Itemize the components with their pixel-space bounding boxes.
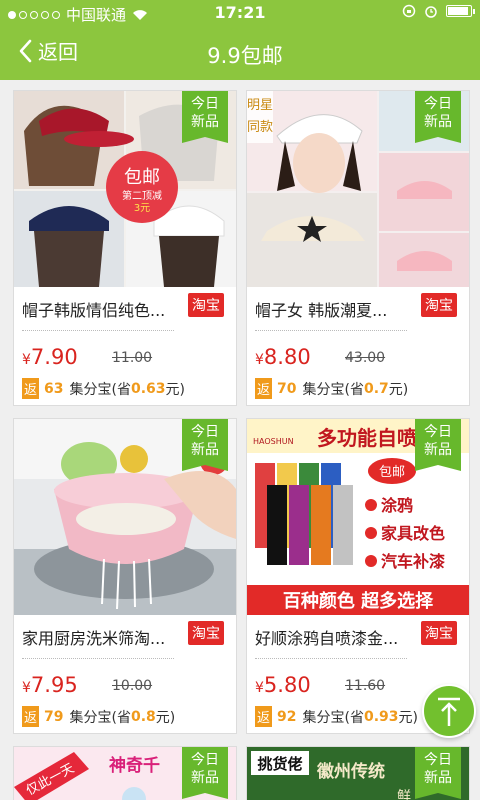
rebate-icon: 返 (255, 378, 273, 399)
platform-tag: 淘宝 (188, 621, 224, 645)
product-name: 帽子女 韩版潮夏... (255, 301, 388, 320)
product-image[interactable]: 挑货佬 徽州传统 鲜 今日 新品 (247, 747, 469, 800)
original-price: 43.00 (345, 350, 386, 366)
alarm-icon (425, 6, 437, 18)
image-text-1: 包邮 (124, 167, 160, 188)
new-today-badge: 今日 新品 (182, 91, 228, 143)
new-today-badge: 今日 新品 (415, 419, 461, 471)
bullet-3: 汽车补漆 (381, 552, 445, 571)
product-image[interactable]: HAOSHUN 多功能自喷漆 包邮 涂鸦 家具改色 汽车补漆 百种颜色 超多选择… (247, 419, 469, 615)
product-card[interactable]: 包邮 第二顶减 3元 今日 新品 帽子韩版情侣纯色... 淘宝 ¥7.90 11… (13, 90, 237, 406)
platform-tag: 淘宝 (421, 621, 457, 645)
bullet-1: 涂鸦 (381, 496, 413, 515)
new-today-badge: 今日 新品 (182, 419, 228, 471)
image-text-2: 徽州传统 (316, 761, 385, 782)
image-text-2: 同款 (247, 120, 273, 135)
image-text-2: 第二顶减 (122, 189, 162, 202)
platform-tag: 淘宝 (188, 293, 224, 317)
rebate-info: 返 63 集分宝(省 0.63 元) (22, 378, 185, 399)
new-today-badge: 今日 新品 (182, 747, 228, 799)
product-image[interactable]: 包邮 第二顶减 3元 今日 新品 (14, 91, 236, 287)
brand-text: HAOSHUN (253, 437, 294, 446)
product-price: ¥7.95 (22, 673, 78, 697)
product-price: ¥8.80 (255, 345, 311, 369)
bullet-2: 家具改色 (381, 524, 445, 543)
nav-bar: 返回 9.9包邮 (0, 26, 480, 80)
status-bar: 中国联通 17:21 (0, 0, 480, 26)
rebate-info: 返 92 集分宝(省 0.93 元) (255, 706, 418, 727)
product-card[interactable]: 挑货佬 徽州传统 鲜 今日 新品 (246, 746, 470, 800)
image-text-1: 挑货佬 (257, 755, 302, 773)
original-price: 11.60 (345, 678, 386, 694)
tag-text: 包邮 (379, 465, 405, 480)
image-text-1: 明星 (247, 98, 273, 113)
app-header: 中国联通 17:21 返回 9.9包邮 (0, 0, 480, 80)
rebate-icon: 返 (22, 378, 40, 399)
divider (22, 658, 174, 659)
new-today-badge: 今日 新品 (415, 747, 461, 799)
divider (255, 330, 407, 331)
footer-text: 百种颜色 超多选择 (283, 590, 434, 612)
rebate-icon: 返 (255, 706, 273, 727)
image-text-2: 神奇千 (109, 755, 160, 776)
divider (22, 330, 174, 331)
product-image[interactable]: 仅此一天 神奇千 今日 新品 (14, 747, 236, 800)
scroll-to-top-button[interactable] (422, 684, 476, 738)
original-price: 11.00 (112, 350, 153, 366)
arrow-up-icon (438, 697, 460, 726)
new-today-badge: 今日 新品 (415, 91, 461, 143)
status-right (402, 4, 475, 18)
divider (255, 658, 407, 659)
battery-icon (446, 5, 475, 17)
product-card[interactable]: 今日 新品 家用厨房洗米筛淘... 淘宝 ¥7.95 10.00 返 79 集分… (13, 418, 237, 734)
original-price: 10.00 (112, 678, 153, 694)
rebate-info: 返 79 集分宝(省 0.8 元) (22, 706, 175, 727)
product-card[interactable]: 仅此一天 神奇千 今日 新品 (13, 746, 237, 800)
image-text-3: 3元 (134, 203, 150, 214)
rebate-icon: 返 (22, 706, 40, 727)
product-price: ¥5.80 (255, 673, 311, 697)
product-name: 好顺涂鸦自喷漆金... (255, 629, 399, 648)
product-card[interactable]: 明星 同款 今日 新品 帽子女 韩版潮夏... 淘宝 ¥8.80 43.00 返… (246, 90, 470, 406)
platform-tag: 淘宝 (421, 293, 457, 317)
image-text-3: 鲜 (397, 789, 411, 800)
product-name: 帽子韩版情侣纯色... (22, 301, 166, 320)
page-title: 9.9包邮 (207, 44, 283, 68)
rotation-lock-icon (402, 4, 416, 18)
rebate-info: 返 70 集分宝(省 0.7 元) (255, 378, 408, 399)
product-name: 家用厨房洗米筛淘... (22, 629, 166, 648)
product-image[interactable]: 今日 新品 (14, 419, 236, 615)
product-price: ¥7.90 (22, 345, 78, 369)
product-image[interactable]: 明星 同款 今日 新品 (247, 91, 469, 287)
